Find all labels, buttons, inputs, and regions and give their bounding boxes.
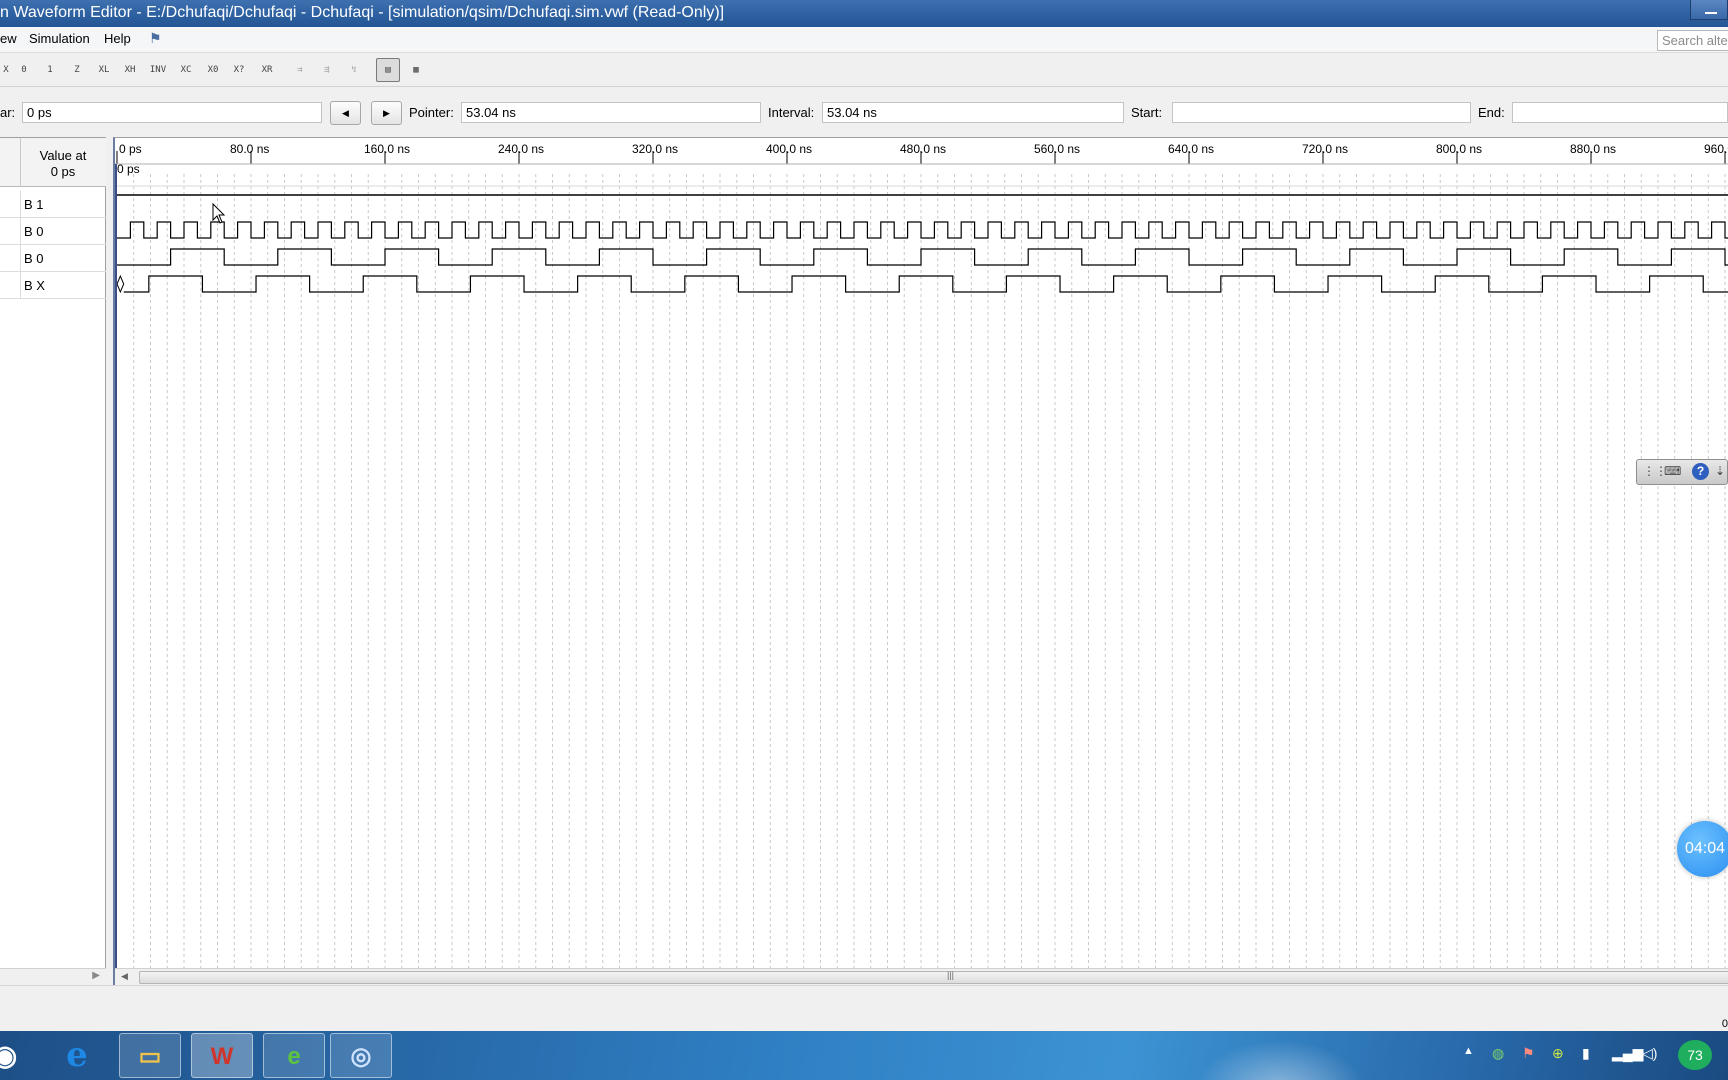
internet-explorer-icon[interactable]: e: [46, 1033, 108, 1078]
keyboard-icon[interactable]: ⌨: [1664, 464, 1681, 478]
time-tick-label: 80.0 ns: [230, 142, 269, 156]
signal-row[interactable]: B 0: [0, 218, 106, 245]
overwrite-clock-icon[interactable]: X0: [203, 60, 223, 80]
regroup-icon[interactable]: ↯: [344, 60, 364, 80]
menu-help[interactable]: Help: [104, 31, 131, 46]
sort-icon[interactable]: ⇶: [317, 60, 337, 80]
wps-office-icon[interactable]: W: [191, 1033, 253, 1078]
next-transition-button[interactable]: ▶: [371, 101, 402, 125]
time-tick-label: 160.0 ns: [364, 142, 410, 156]
battery-icon[interactable]: ▮: [1582, 1045, 1590, 1062]
toolbar: X 0 1 Z XL XH INV XC X0 X? XR ⇉ ⇶ ↯ ▤ ▦: [0, 53, 1728, 87]
undefined-marker: [116, 274, 125, 294]
floating-toolbar[interactable]: ⋮⋮ ⌨ ? ⇣: [1636, 459, 1728, 485]
value-panel: Value at 0 ps B 1 B 0 B 0 B X ▶: [0, 137, 106, 985]
plus-app-icon[interactable]: ⊕: [1552, 1045, 1564, 1062]
scrollbar-thumb[interactable]: [139, 971, 1728, 984]
signal-row[interactable]: B 1: [0, 191, 106, 218]
value-header-line2: 0 ps: [50, 164, 76, 179]
start-label: Start:: [1131, 105, 1163, 120]
value-column-header: Value at 0 ps: [0, 138, 106, 187]
value-panel-scrollbar[interactable]: ▶: [0, 968, 106, 985]
waveform-line: [123, 275, 1728, 293]
waveform-canvas[interactable]: 0 ps 80.0 ns 160.0 ns 240.0 ns 320.0 ns 400.0…: [115, 138, 1728, 968]
time-tick-label: 400.0 ns: [766, 142, 812, 156]
waveform-area[interactable]: 0 ps 80.0 ns 160.0 ns 240.0 ns 320.0 ns 400.0…: [113, 137, 1728, 985]
file-explorer-icon[interactable]: ▭: [119, 1033, 181, 1078]
time-tick-label: 640.0 ns: [1168, 142, 1214, 156]
arbitrary-value-icon[interactable]: X?: [229, 60, 249, 80]
weak-high-icon[interactable]: XH: [120, 60, 140, 80]
signal-row[interactable]: B 0: [0, 245, 106, 272]
signal-value: B 0: [24, 251, 44, 266]
menu-bar: ew Simulation Help ⚑ Search alte: [0, 27, 1728, 53]
time-tick-label: 960.0: [1704, 142, 1728, 156]
browser-icon[interactable]: e: [263, 1033, 325, 1078]
help-icon[interactable]: ?: [1692, 463, 1709, 480]
waveform-line: [117, 248, 1728, 266]
cursor-bar: ar: 0 ps ◀ ▶ Pointer: 53.04 ns Interval:…: [0, 87, 1728, 137]
weak-low-icon[interactable]: XL: [94, 60, 114, 80]
status-bar: 0: [0, 985, 1728, 1031]
random-values-icon[interactable]: XR: [257, 60, 277, 80]
scrollbar-grip: |||: [947, 970, 955, 980]
search-input[interactable]: Search alte: [1657, 30, 1728, 51]
status-text: 0: [1721, 1018, 1728, 1030]
count-value-icon[interactable]: XC: [176, 60, 196, 80]
force-low-icon[interactable]: 0: [14, 60, 34, 80]
signal-value: B 0: [24, 224, 44, 239]
start-button[interactable]: ◉: [0, 1033, 36, 1078]
menu-simulation[interactable]: Simulation: [29, 31, 90, 46]
time-tick-label: 560.0 ns: [1034, 142, 1080, 156]
waveform-view-icon[interactable]: ▤: [376, 58, 400, 82]
signal-row[interactable]: B X: [0, 272, 106, 299]
start-field[interactable]: [1172, 102, 1471, 123]
time-tick-label: 480.0 ns: [900, 142, 946, 156]
action-center-icon[interactable]: ⚑: [1522, 1045, 1535, 1062]
security-badge[interactable]: 73: [1678, 1040, 1712, 1070]
time-tick-label: 800.0 ns: [1436, 142, 1482, 156]
force-high-icon[interactable]: 1: [40, 60, 60, 80]
timer-bubble[interactable]: 04:04: [1677, 821, 1728, 877]
signal-icon[interactable]: ▂▄▆: [1612, 1045, 1643, 1062]
invert-icon[interactable]: INV: [148, 60, 168, 80]
interval-field[interactable]: 53.04 ns: [822, 102, 1124, 123]
grid-settings-icon[interactable]: ▦: [406, 60, 426, 80]
cursor-label: 0 ps: [117, 162, 140, 176]
signal-value: B X: [24, 278, 45, 293]
master-time-label: ar:: [0, 105, 16, 120]
value-header-line1: Value at: [39, 148, 87, 163]
previous-transition-button[interactable]: ◀: [330, 101, 361, 125]
snap-to-grid-icon[interactable]: ⇉: [290, 60, 310, 80]
waveform-line: [117, 221, 1728, 239]
taskbar: ◉ e ▭ W e ◎ ▲ ◍ ⚑ ⊕ ▮ ▂▄▆ ◁) 73: [0, 1031, 1728, 1080]
scroll-right-icon[interactable]: ▶: [92, 970, 100, 981]
end-field[interactable]: [1512, 102, 1728, 123]
pointer-field[interactable]: 53.04 ns: [461, 102, 761, 123]
show-hidden-icons-icon[interactable]: ▲: [1463, 1045, 1474, 1057]
time-tick-label: 320.0 ns: [632, 142, 678, 156]
menu-view[interactable]: ew: [0, 31, 17, 46]
time-tick-label: 880.0 ns: [1570, 142, 1616, 156]
title-bar: n Waveform Editor - E:/Dchufaqi/Dchufaqi…: [0, 0, 1728, 27]
feedback-icon[interactable]: ⚑: [149, 30, 162, 47]
collapse-icon[interactable]: ⇣: [1715, 464, 1725, 478]
quartus-icon[interactable]: ◎: [330, 1033, 392, 1078]
volume-icon[interactable]: ◁): [1642, 1045, 1657, 1062]
time-tick-label: 0 ps: [119, 142, 142, 156]
network-app-icon[interactable]: ◍: [1492, 1045, 1504, 1062]
mouse-pointer-icon: [212, 202, 226, 224]
interval-label: Interval:: [768, 105, 815, 120]
minimize-button[interactable]: [1690, 0, 1728, 20]
high-impedance-icon[interactable]: Z: [67, 60, 87, 80]
signal-value: B 1: [24, 197, 44, 212]
waveform-scrollbar[interactable]: ◀ |||: [115, 968, 1728, 985]
time-tick-label: 240.0 ns: [498, 142, 544, 156]
window-title: n Waveform Editor - E:/Dchufaqi/Dchufaqi…: [0, 4, 725, 21]
time-tick-label: 720.0 ns: [1302, 142, 1348, 156]
pointer-label: Pointer:: [409, 105, 454, 120]
master-time-field[interactable]: 0 ps: [22, 102, 322, 123]
scroll-left-icon[interactable]: ◀: [121, 971, 128, 982]
end-label: End:: [1478, 105, 1505, 120]
